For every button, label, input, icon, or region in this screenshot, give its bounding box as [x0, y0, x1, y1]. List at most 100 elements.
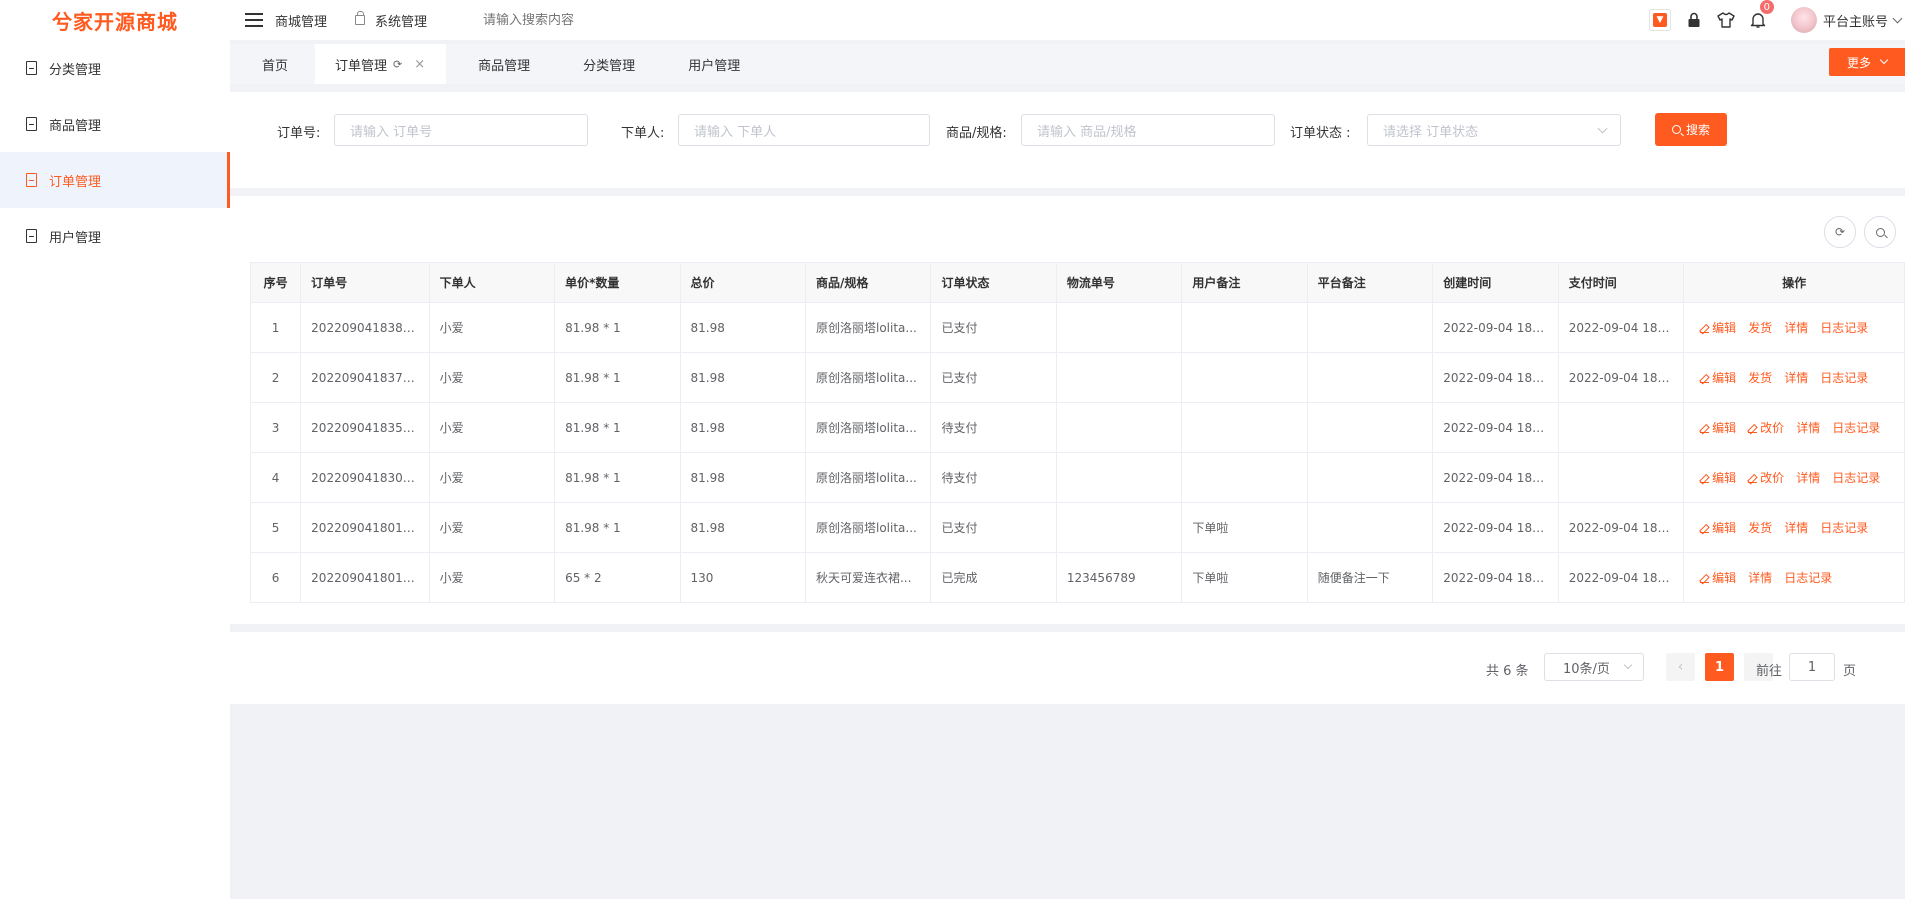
row-action-1[interactable]: 发货	[1748, 521, 1772, 535]
row-action-2[interactable]: 详情	[1784, 321, 1808, 335]
row-action-1[interactable]: 详情	[1748, 571, 1772, 585]
column-header: 用户备注	[1181, 262, 1308, 303]
row-action-label: 详情	[1784, 321, 1809, 335]
row-action-1[interactable]: 改价	[1748, 471, 1784, 485]
nav-system-management[interactable]: 系统管理	[355, 11, 427, 30]
row-action-3[interactable]: 日志记录	[1832, 471, 1880, 485]
global-search-input[interactable]	[483, 12, 684, 28]
cell-tracking: 123456789	[1055, 552, 1183, 603]
chevron-down-icon: ▼	[1652, 13, 1667, 27]
toggle-search-button[interactable]	[1864, 216, 1896, 248]
table-row: 5 202209041801520... 小爱 81.98 * 1 81.98 原创洛丽塔…	[249, 502, 1905, 553]
row-action-label: 编辑	[1712, 321, 1737, 335]
row-action-label: 日志记录	[1820, 371, 1869, 385]
page-size-select[interactable]: 10条/页	[1544, 653, 1644, 681]
cell-platform-note	[1306, 302, 1434, 353]
row-action-label: 日志记录	[1832, 471, 1881, 485]
row-action-2[interactable]: 详情	[1784, 371, 1808, 385]
cell-price-qty: 81.98 * 1	[554, 302, 681, 353]
prev-page-button[interactable]: ‹	[1666, 653, 1695, 681]
notification-bell[interactable]: 0	[1749, 0, 1775, 29]
row-action-0[interactable]: 编辑	[1700, 571, 1736, 585]
row-action-0[interactable]: 编辑	[1700, 371, 1736, 385]
buyer-input[interactable]: 请输入 下单人	[678, 114, 930, 146]
goto-page-input[interactable]	[1789, 653, 1835, 681]
row-action-0[interactable]: 编辑	[1700, 421, 1736, 435]
orders-table-panel: ⟳ 序号 订单号 下单人 单价*数量 总价 商品/规格 订单状态 物流单号 用户…	[230, 196, 1905, 624]
row-action-2[interactable]: 详情	[1796, 421, 1820, 435]
cell-price-qty: 81.98 * 1	[554, 402, 681, 453]
cell-total: 81.98	[679, 502, 806, 553]
shirt-icon[interactable]	[1717, 11, 1735, 29]
cell-index: 1	[249, 302, 302, 353]
cell-status: 已支付	[930, 502, 1057, 553]
chevron-down-icon[interactable]	[1892, 13, 1903, 23]
row-action-3[interactable]: 日志记录	[1820, 521, 1868, 535]
row-action-label: 改价	[1760, 421, 1785, 435]
order-no-label: 订单号:	[277, 126, 321, 141]
row-action-3[interactable]: 日志记录	[1820, 321, 1868, 335]
row-action-0[interactable]: 编辑	[1700, 521, 1736, 535]
row-action-2[interactable]: 日志记录	[1784, 571, 1832, 585]
top-header: 兮家开源商城 商城管理 系统管理 ▼ 0 平台主账号	[0, 0, 1905, 40]
sidebar-item-orders[interactable]: 订单管理	[0, 152, 230, 208]
sidebar-item-label: 订单管理	[49, 174, 102, 190]
tab-products[interactable]: 商品管理	[446, 44, 551, 84]
cell-order-no: 202209041837340...	[300, 352, 430, 403]
refresh-button[interactable]: ⟳	[1824, 216, 1856, 248]
menu-toggle-icon[interactable]	[245, 13, 265, 27]
close-icon[interactable]: ×	[414, 57, 425, 72]
refresh-icon[interactable]: ⟳	[393, 58, 402, 71]
app-logo[interactable]: 兮家开源商城	[0, 6, 230, 35]
row-action-3[interactable]: 日志记录	[1820, 371, 1868, 385]
status-select[interactable]: 请选择 订单状态	[1367, 114, 1621, 146]
edit-icon	[1700, 424, 1710, 433]
tab-users[interactable]: 用户管理	[656, 44, 761, 84]
search-icon	[1671, 125, 1681, 134]
row-action-label: 日志记录	[1820, 521, 1869, 535]
sidebar-item-users[interactable]: 用户管理	[0, 208, 230, 264]
row-action-2[interactable]: 详情	[1796, 471, 1820, 485]
cell-order-no: 202209041835200...	[300, 402, 430, 453]
filter-panel: 订单号: 请输入 订单号 下单人: 请输入 下单人 商品/规格: 请输入 商品/…	[230, 92, 1905, 188]
product-input[interactable]: 请输入 商品/规格	[1021, 114, 1275, 146]
more-tabs-button[interactable]: 更多	[1829, 48, 1905, 76]
column-header: 支付时间	[1557, 262, 1685, 303]
cell-total: 81.98	[679, 352, 806, 403]
cell-user-note	[1181, 352, 1308, 403]
order-no-input[interactable]: 请输入 订单号	[334, 114, 588, 146]
row-action-1[interactable]: 发货	[1748, 321, 1772, 335]
row-action-1[interactable]: 发货	[1748, 371, 1772, 385]
nav-mall-management[interactable]: 商城管理	[275, 11, 327, 30]
row-action-0[interactable]: 编辑	[1700, 321, 1736, 335]
sidebar: 分类管理 商品管理 订单管理 用户管理	[0, 40, 230, 899]
tab-orders[interactable]: 订单管理 ⟳ ×	[315, 44, 447, 84]
cell-paid-time	[1557, 452, 1685, 503]
lock-icon[interactable]	[1685, 11, 1703, 29]
cell-price-qty: 81.98 * 1	[554, 452, 681, 503]
cell-buyer: 小爱	[428, 452, 556, 503]
sidebar-item-category[interactable]: 分类管理	[0, 40, 230, 96]
row-action-1[interactable]: 改价	[1748, 421, 1784, 435]
product-label: 商品/规格:	[946, 126, 1007, 141]
row-action-0[interactable]: 编辑	[1700, 471, 1736, 485]
row-action-label: 编辑	[1712, 521, 1737, 535]
row-action-2[interactable]: 详情	[1784, 521, 1808, 535]
cell-status: 已支付	[930, 352, 1057, 403]
column-header: 单价*数量	[554, 262, 681, 303]
row-action-3[interactable]: 日志记录	[1832, 421, 1880, 435]
tab-home[interactable]: 首页	[230, 44, 315, 84]
dropdown-toggle[interactable]: ▼	[1648, 9, 1671, 31]
tab-category[interactable]: 分类管理	[551, 44, 656, 84]
sidebar-item-products[interactable]: 商品管理	[0, 96, 230, 152]
page-number-current[interactable]: 1	[1705, 653, 1734, 681]
user-name[interactable]: 平台主账号	[1823, 11, 1888, 30]
edit-icon	[1700, 474, 1710, 483]
cell-paid-time: 2022-09-04 18:47...	[1557, 352, 1685, 403]
avatar[interactable]	[1790, 7, 1817, 33]
cell-user-note	[1181, 302, 1308, 353]
cell-index: 2	[249, 352, 302, 403]
row-action-label: 发货	[1748, 321, 1773, 335]
search-button[interactable]: 搜索	[1655, 113, 1727, 146]
status-select-placeholder: 请选择 订单状态	[1383, 124, 1479, 140]
